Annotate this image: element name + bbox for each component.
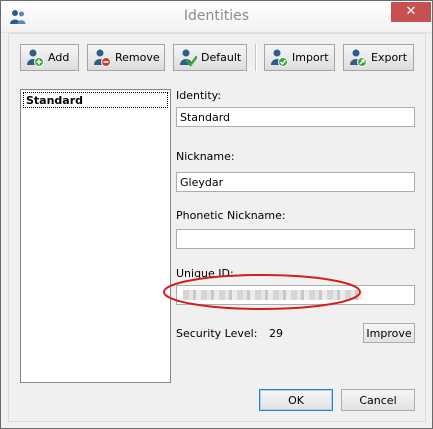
- security-level-value: 29: [269, 327, 283, 340]
- identity-list[interactable]: Standard: [20, 89, 171, 383]
- remove-button[interactable]: Remove: [87, 44, 165, 71]
- close-button[interactable]: ✕: [391, 2, 431, 22]
- unique-id-label: Unique ID:: [176, 267, 234, 280]
- cancel-button[interactable]: Cancel: [341, 389, 415, 411]
- unique-id-field[interactable]: [176, 285, 415, 305]
- user-import-icon: [271, 49, 288, 67]
- add-label: Add: [48, 51, 70, 64]
- user-remove-icon: [94, 49, 111, 67]
- title-bar[interactable]: Identities ✕: [1, 1, 432, 33]
- remove-label: Remove: [115, 51, 160, 64]
- list-item[interactable]: Standard: [23, 92, 168, 108]
- import-button[interactable]: Import: [264, 44, 335, 71]
- export-label: Export: [371, 51, 408, 64]
- nickname-label: Nickname:: [176, 150, 235, 163]
- user-export-icon: [350, 49, 367, 67]
- identities-window: Identities ✕ Add Remove Default Import E…: [0, 0, 433, 429]
- phonetic-nickname-label: Phonetic Nickname:: [176, 209, 286, 222]
- improve-button[interactable]: Improve: [363, 323, 415, 343]
- security-level-label: Security Level:: [176, 327, 258, 340]
- export-button[interactable]: Export: [343, 44, 414, 71]
- default-label: Default: [201, 51, 242, 64]
- ok-button[interactable]: OK: [259, 389, 333, 411]
- nickname-field[interactable]: [176, 172, 415, 192]
- dialog-content: Add Remove Default Import Export Standar…: [8, 33, 426, 422]
- redacted-unique-id: [183, 290, 363, 300]
- default-button[interactable]: Default: [173, 44, 247, 71]
- add-button[interactable]: Add: [20, 44, 79, 71]
- identity-field[interactable]: [176, 107, 415, 127]
- user-add-icon: [27, 49, 44, 67]
- close-icon: ✕: [405, 4, 417, 19]
- window-title: Identities: [183, 8, 250, 24]
- user-check-icon: [180, 49, 197, 67]
- import-label: Import: [292, 51, 329, 64]
- toolbar-separator: [255, 44, 257, 71]
- phonetic-nickname-field[interactable]: [176, 229, 415, 249]
- identity-label: Identity:: [176, 89, 222, 102]
